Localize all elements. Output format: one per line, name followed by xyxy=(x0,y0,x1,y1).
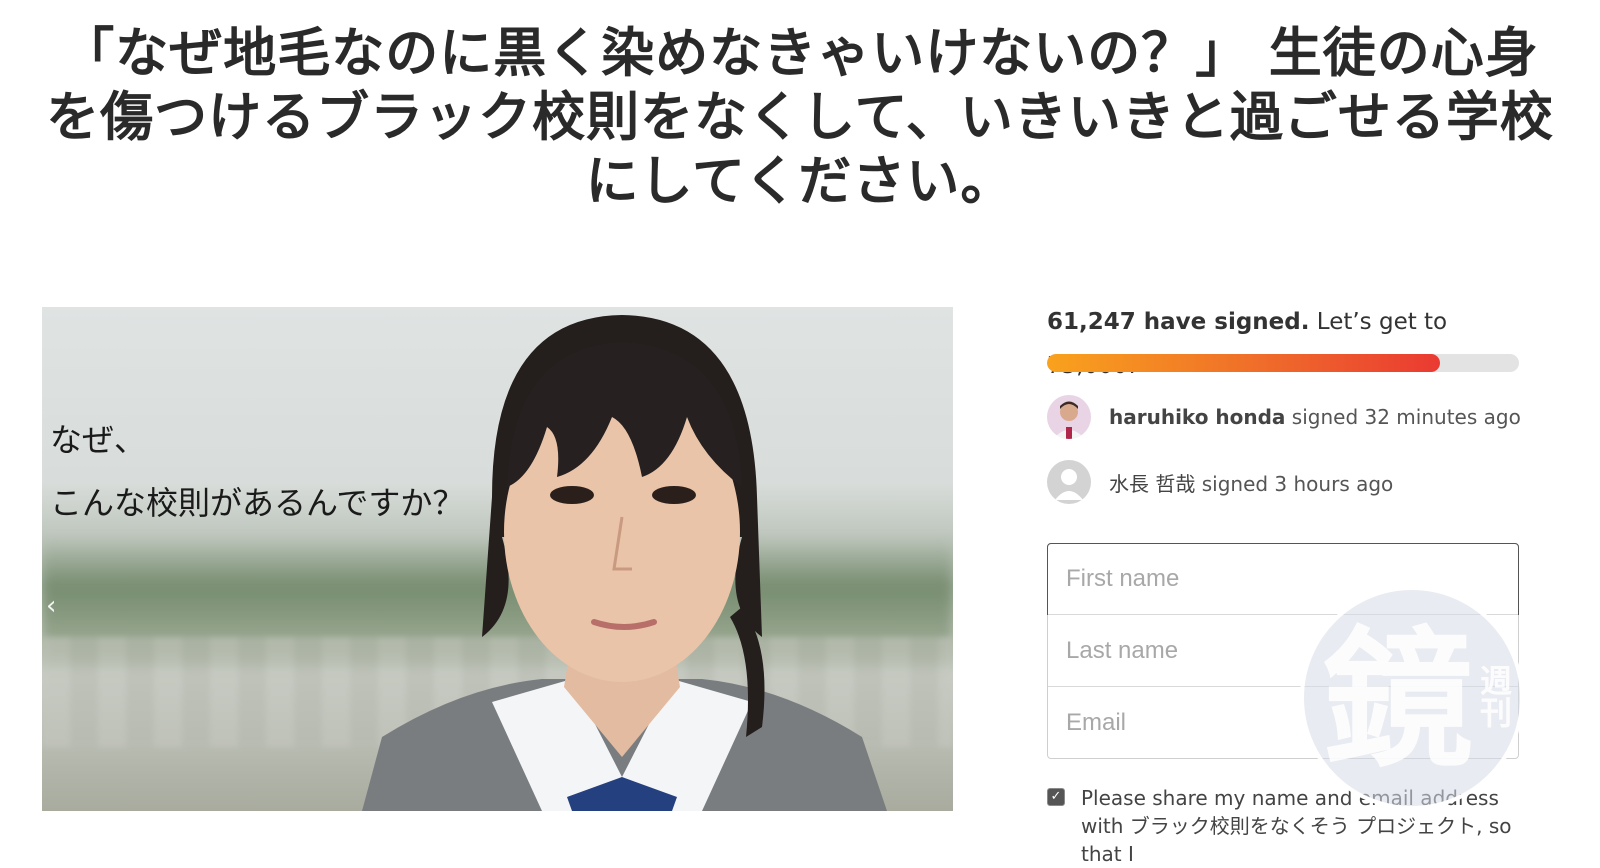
avatar xyxy=(1047,395,1091,439)
hero-text-line1: なぜ、 xyxy=(50,422,147,458)
watermark-main-char: 鏡 xyxy=(1323,614,1473,788)
signer-action: signed 3 hours ago xyxy=(1201,471,1394,496)
recent-signer: haruhiko honda signed 32 minutes ago xyxy=(1047,395,1521,439)
signer-name[interactable]: 水長 哲哉 xyxy=(1109,472,1195,496)
carousel-prev-icon[interactable]: ‹ xyxy=(46,591,56,621)
student-photo xyxy=(362,315,887,811)
signature-progress-bar xyxy=(1047,354,1519,372)
hero-text-line2: こんな校則があるんですか？ xyxy=(50,485,465,521)
signer-name[interactable]: haruhiko honda xyxy=(1109,405,1285,429)
share-consent-checkbox[interactable]: ✓ xyxy=(1047,788,1065,806)
watermark-sub-chars: 週刊 xyxy=(1475,664,1513,728)
signer-action: signed 32 minutes ago xyxy=(1291,405,1521,429)
watermark-logo: 鏡 週刊 xyxy=(1300,586,1524,810)
petition-title: 「なぜ地毛なのに黒く染めなきゃいけないの？」 生徒の心身を傷つけるブラック校則を… xyxy=(46,23,1554,212)
hero-image: なぜ、 こんな校則があるんですか？ ‹ xyxy=(42,307,953,811)
signature-count: 61,247 have signed. Let’s get to 75,000! xyxy=(1047,300,1519,379)
default-avatar-icon xyxy=(1047,460,1091,504)
signature-progress-fill xyxy=(1047,354,1441,372)
recent-signer: 水長 哲哉 signed 3 hours ago xyxy=(1047,460,1393,504)
sign-panel: 61,247 have signed. Let’s get to 75,000!… xyxy=(1047,300,1521,866)
signature-count-number: 61,247 have signed. xyxy=(1047,309,1310,335)
